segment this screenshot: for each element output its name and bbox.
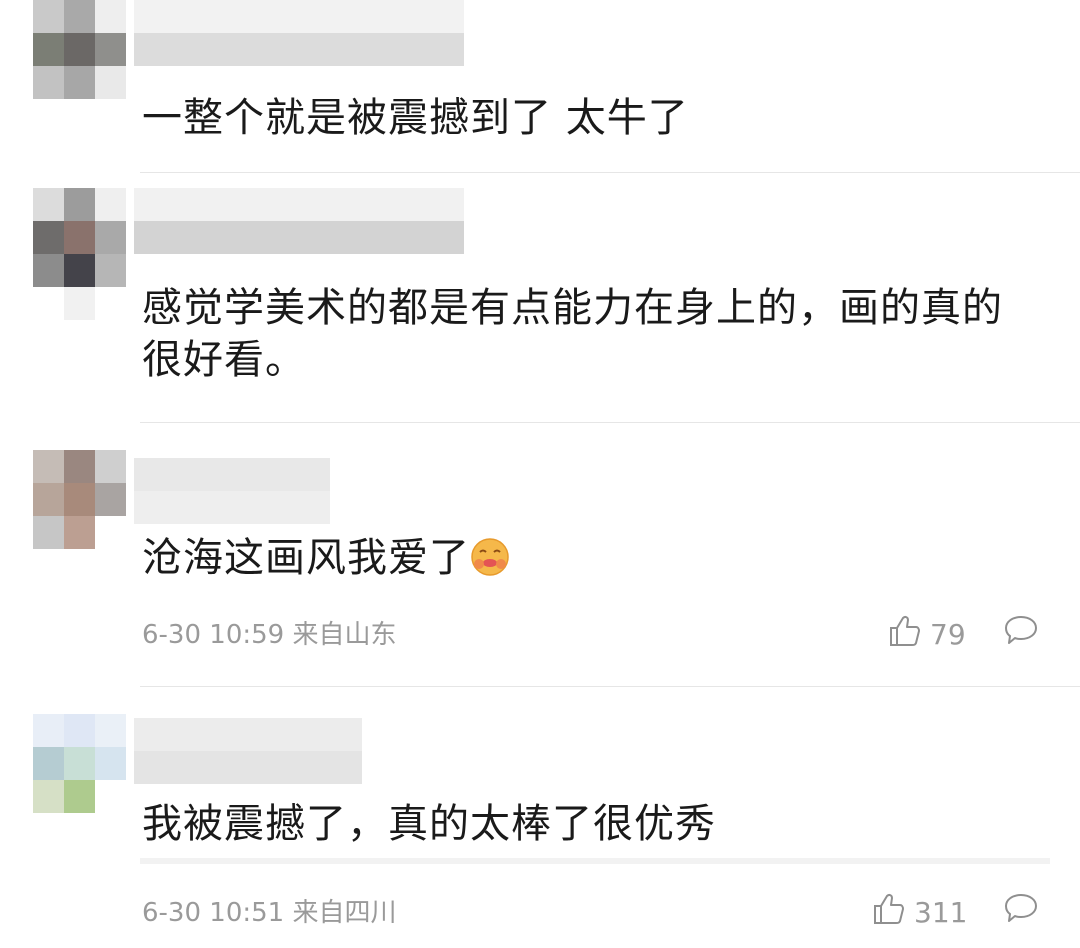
comment-item: 沧海这画风我爱了 6-30 10:59 来自山东 79 [0,450,1080,686]
comment-text-line: 感觉学美术的都是有点能力在身上的，画的真的 [142,285,1003,331]
comment-timestamp-location: 6-30 10:51 来自四川 [142,898,397,928]
reply-button[interactable] [1003,892,1039,930]
comment-text: 我被震撼了，真的太棒了很优秀 [142,801,716,847]
like-button[interactable]: 311 [872,892,967,933]
avatar[interactable] [33,188,126,320]
comment-text: 感觉学美术的都是有点能力在身上的，画的真的 很好看。 [142,282,1062,386]
divider [140,686,1080,687]
divider [140,422,1080,423]
like-count: 79 [930,618,966,651]
comment-item: 我被震撼了，真的太棒了很优秀 6-30 10:51 来自四川 311 [0,714,1080,948]
comment-item: 感觉学美术的都是有点能力在身上的，画的真的 很好看。 [0,188,1080,423]
comment-text: 沧海这画风我爱了 [142,532,1062,590]
thumbs-up-icon [888,614,922,655]
speech-bubble-icon [1003,894,1039,930]
avatar[interactable] [33,714,126,844]
like-button[interactable]: 79 [888,614,966,655]
avatar[interactable] [33,450,126,580]
comment-text: 一整个就是被震撼到了 太牛了 [142,95,689,141]
comment-item: 一整个就是被震撼到了 太牛了 [0,0,1080,172]
comment-timestamp-location: 6-30 10:59 来自山东 [142,620,397,650]
comment-text-line: 很好看。 [142,337,306,383]
comment-text-content: 沧海这画风我爱了 [142,535,470,581]
reply-button[interactable] [1003,614,1039,652]
face-hugging-icon [470,537,510,590]
divider [140,172,1080,173]
avatar[interactable] [33,0,126,130]
divider [140,858,1050,864]
thumbs-up-icon [872,892,906,933]
speech-bubble-icon [1003,616,1039,652]
like-count: 311 [914,896,968,929]
